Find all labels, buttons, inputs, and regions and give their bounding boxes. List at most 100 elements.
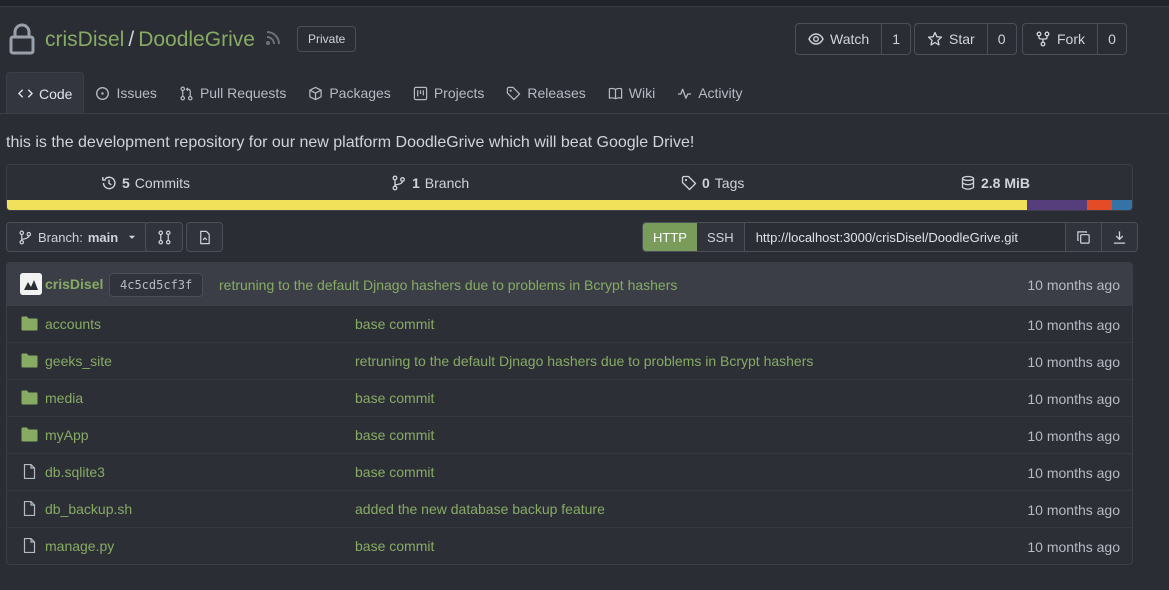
branches-count: 1 (412, 175, 420, 191)
folder-icon (21, 390, 38, 405)
tab-issues[interactable]: Issues (84, 72, 167, 114)
star-label: Star (949, 31, 975, 47)
file-commit-time: 10 months ago (1027, 502, 1120, 518)
file-name-link[interactable]: accounts (45, 316, 101, 332)
file-commit-message[interactable]: base commit (355, 427, 434, 443)
compare-button[interactable] (145, 222, 183, 252)
file-commit-time: 10 months ago (1027, 465, 1120, 481)
tab-code[interactable]: Code (6, 72, 85, 114)
repo-owner-link[interactable]: crisDisel (45, 28, 124, 51)
latest-commit-row: crisDisel 4c5cd5cf3f retruning to the de… (7, 263, 1132, 306)
commits-stat[interactable]: 5 Commits (101, 175, 190, 191)
table-row: myApp base commit 10 months ago (7, 417, 1132, 454)
download-icon (1113, 230, 1125, 244)
clone-panel: HTTP SSH http://localhost:3000/crisDisel… (642, 222, 1138, 252)
code-icon (18, 89, 33, 98)
watch-count[interactable]: 1 (882, 24, 910, 54)
branches-stat[interactable]: 1 Branch (391, 175, 469, 191)
language-segment[interactable] (1111, 200, 1132, 210)
file-icon (23, 538, 36, 553)
language-segment[interactable] (1027, 200, 1087, 210)
language-bar[interactable] (7, 200, 1132, 210)
commits-label: Commits (134, 175, 191, 191)
compare-icon (157, 230, 171, 244)
tags-stat[interactable]: 0 Tags (681, 175, 744, 191)
file-name-link[interactable]: db.sqlite3 (45, 464, 105, 480)
file-name-link[interactable]: manage.py (45, 538, 114, 554)
file-name-link[interactable]: myApp (45, 427, 89, 443)
branch-selector[interactable]: Branch: main (6, 222, 150, 252)
eye-icon (808, 33, 824, 45)
pull-request-icon (180, 86, 193, 100)
package-icon (309, 86, 323, 100)
commit-author[interactable]: crisDisel (45, 276, 103, 292)
copy-url-button[interactable] (1064, 223, 1101, 251)
table-row: media base commit 10 months ago (7, 380, 1132, 417)
file-table: crisDisel 4c5cd5cf3f retruning to the de… (6, 262, 1133, 565)
repo-separator: / (128, 28, 135, 51)
project-icon (413, 86, 428, 100)
file-name-link[interactable]: geeks_site (45, 353, 112, 369)
file-name-link[interactable]: db_backup.sh (45, 501, 132, 517)
file-commit-message[interactable]: base commit (355, 390, 434, 406)
fork-icon (1036, 31, 1050, 47)
tab-wiki[interactable]: Wiki (597, 72, 666, 114)
avatar[interactable] (20, 273, 42, 295)
clone-ssh-button[interactable]: SSH (696, 223, 745, 251)
tab-projects[interactable]: Projects (402, 72, 496, 114)
file-commit-message[interactable]: base commit (355, 316, 434, 332)
table-row: manage.py base commit 10 months ago (7, 528, 1132, 564)
fork-button[interactable]: Fork 0 (1022, 23, 1127, 55)
fork-label: Fork (1057, 31, 1085, 47)
repo-size: 2.8 MiB (981, 175, 1031, 191)
commit-message[interactable]: retruning to the default Djnago hashers … (219, 277, 677, 293)
tags-label: Tags (714, 175, 745, 191)
history-icon (102, 176, 116, 190)
watch-button[interactable]: Watch 1 (795, 23, 912, 55)
table-row: geeks_site retruning to the default Djnag… (7, 343, 1132, 380)
repo-header: crisDisel / DoodleGrive Private Watch 1 St… (0, 18, 1169, 62)
rss-icon[interactable] (265, 30, 281, 46)
repo-name-link[interactable]: DoodleGrive (138, 28, 255, 51)
branch-prefix: Branch: (38, 229, 83, 245)
file-commit-time: 10 months ago (1027, 354, 1120, 370)
branch-icon (392, 175, 405, 191)
file-sync-icon (200, 230, 210, 244)
tab-releases[interactable]: Releases (495, 72, 596, 114)
branch-name: main (87, 229, 119, 245)
file-commit-time: 10 months ago (1027, 317, 1120, 333)
branch-icon (19, 230, 32, 244)
tab-pull-requests[interactable]: Pull Requests (168, 72, 297, 114)
tab-packages[interactable]: Packages (297, 72, 401, 114)
tab-label: Issues (116, 85, 157, 101)
pulse-icon (678, 88, 692, 99)
repo-stats: 5 Commits 1 Branch 0 Tags 2.8 MiB (6, 164, 1133, 211)
commit-sha[interactable]: 4c5cd5cf3f (109, 273, 204, 297)
file-name-link[interactable]: media (45, 390, 83, 406)
tags-count: 0 (702, 175, 710, 191)
tab-label: Activity (698, 85, 743, 101)
star-count[interactable]: 0 (988, 24, 1016, 54)
file-commit-message[interactable]: added the new database backup feature (355, 501, 605, 517)
clone-url-input[interactable]: http://localhost:3000/crisDisel/DoodleGr… (744, 223, 1065, 251)
tab-activity[interactable]: Activity (666, 72, 753, 114)
file-commit-message[interactable]: retruning to the default Djnago hashers … (355, 353, 813, 369)
tag-icon (507, 86, 521, 100)
issue-icon (96, 86, 110, 100)
download-button[interactable] (1100, 223, 1137, 251)
star-button[interactable]: Star 0 (914, 23, 1017, 55)
commits-count: 5 (122, 175, 130, 191)
repo-title: crisDisel / DoodleGrive (45, 28, 255, 52)
new-pull-request-button[interactable] (186, 222, 223, 252)
file-commit-time: 10 months ago (1027, 539, 1120, 555)
folder-icon (21, 427, 38, 442)
file-icon (23, 501, 36, 516)
tab-label: Pull Requests (199, 85, 287, 101)
commit-time: 10 months ago (1027, 277, 1120, 293)
clone-http-button[interactable]: HTTP (643, 223, 697, 251)
file-commit-message[interactable]: base commit (355, 538, 434, 554)
fork-count[interactable]: 0 (1098, 24, 1126, 54)
language-segment[interactable] (7, 200, 1028, 210)
file-commit-message[interactable]: base commit (355, 464, 434, 480)
language-segment[interactable] (1087, 200, 1112, 210)
